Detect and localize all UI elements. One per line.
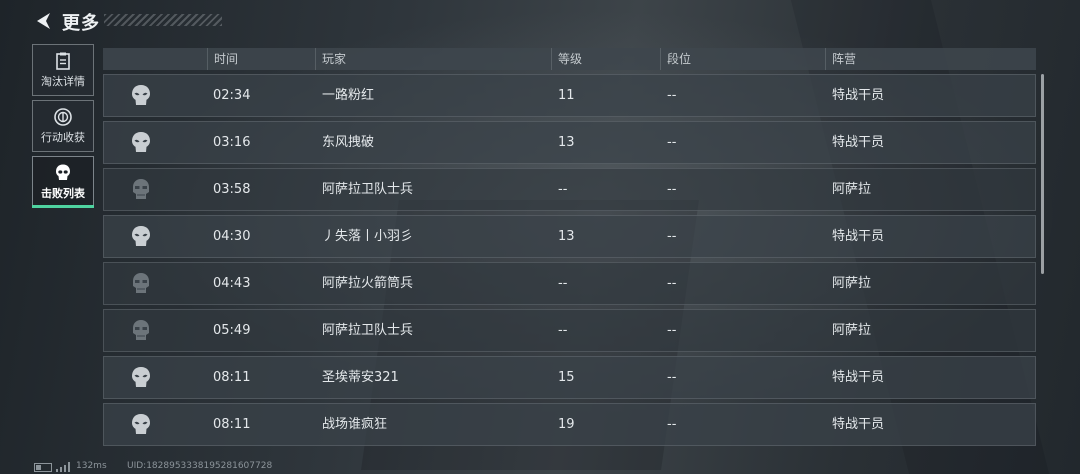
uid-text: UID:1828953338195281607728 <box>127 461 273 471</box>
rank-cell: -- <box>667 135 677 150</box>
coin-icon <box>54 108 72 126</box>
faction-cell: 阿萨拉 <box>832 276 872 291</box>
soldier-skull-icon <box>133 179 149 199</box>
scrollbar[interactable] <box>1041 74 1044 274</box>
player-cell: 阿萨拉火箭筒兵 <box>322 276 414 291</box>
page-title: 更多 <box>62 13 100 34</box>
soldier-skull-icon <box>133 320 149 340</box>
level-cell: 19 <box>558 417 575 432</box>
operator-skull-icon <box>132 414 150 434</box>
side-tabs: 淘汰详情 行动收获 击败列表 <box>32 44 94 212</box>
rank-cell: -- <box>667 417 677 432</box>
table-row[interactable]: 04:43 阿萨拉火箭筒兵 -- -- 阿萨拉 <box>103 262 1036 305</box>
column-header-player: 玩家 <box>315 48 346 70</box>
rank-cell: -- <box>667 323 677 338</box>
rank-cell: -- <box>667 182 677 197</box>
faction-cell: 特战干员 <box>832 88 885 103</box>
rank-cell: -- <box>667 229 677 244</box>
header: 更多 <box>0 0 400 42</box>
table-row[interactable]: 02:34 一路粉红 11 -- 特战干员 <box>103 74 1036 117</box>
player-cell: 阿萨拉卫队士兵 <box>322 323 414 338</box>
faction-cell: 特战干员 <box>832 417 885 432</box>
tab-label: 淘汰详情 <box>41 75 85 88</box>
tab-label: 行动收获 <box>41 131 85 144</box>
time-cell: 08:11 <box>213 417 251 432</box>
level-cell: 13 <box>558 229 575 244</box>
operator-skull-icon <box>132 367 150 387</box>
operator-skull-icon <box>132 85 150 105</box>
player-cell: 圣埃蒂安321 <box>322 370 399 385</box>
soldier-skull-icon <box>133 273 149 293</box>
level-cell: -- <box>558 276 568 291</box>
faction-cell: 特战干员 <box>832 229 885 244</box>
tab-label: 击败列表 <box>41 187 85 200</box>
level-cell: -- <box>558 323 568 338</box>
column-header-icon <box>103 48 206 70</box>
table-row[interactable]: 08:11 圣埃蒂安321 15 -- 特战干员 <box>103 356 1036 399</box>
player-cell: 阿萨拉卫队士兵 <box>322 182 414 197</box>
table-row[interactable]: 08:11 战场谁疯狂 19 -- 特战干员 <box>103 403 1036 446</box>
level-cell: 13 <box>558 135 575 150</box>
player-cell: 战场谁疯狂 <box>322 417 388 432</box>
title-decoration <box>104 14 222 26</box>
battery-icon <box>34 463 52 472</box>
rank-cell: -- <box>667 88 677 103</box>
ping-readout: 132ms <box>76 461 107 471</box>
table-row[interactable]: 03:58 阿萨拉卫队士兵 -- -- 阿萨拉 <box>103 168 1036 211</box>
operator-skull-icon <box>132 226 150 246</box>
operator-skull-icon <box>132 132 150 152</box>
player-cell: 丿失落丨小羽彡 <box>322 229 414 244</box>
player-cell: 东风拽破 <box>322 135 375 150</box>
table-row[interactable]: 05:49 阿萨拉卫队士兵 -- -- 阿萨拉 <box>103 309 1036 352</box>
tab-elimination-details[interactable]: 淘汰详情 <box>32 44 94 96</box>
column-header-rank: 段位 <box>660 48 691 70</box>
tab-defeat-list[interactable]: 击败列表 <box>32 156 94 208</box>
clipboard-icon <box>56 52 70 70</box>
rank-cell: -- <box>667 276 677 291</box>
faction-cell: 特战干员 <box>832 135 885 150</box>
level-cell: 15 <box>558 370 575 385</box>
time-cell: 03:58 <box>213 182 251 197</box>
time-cell: 04:30 <box>213 229 251 244</box>
faction-cell: 阿萨拉 <box>832 323 872 338</box>
faction-cell: 特战干员 <box>832 370 885 385</box>
back-arrow-icon[interactable] <box>34 11 54 31</box>
column-header-level: 等级 <box>551 48 582 70</box>
faction-cell: 阿萨拉 <box>832 182 872 197</box>
table-header: 时间 玩家 等级 段位 阵营 <box>103 48 1036 70</box>
player-cell: 一路粉红 <box>322 88 375 103</box>
time-cell: 08:11 <box>213 370 251 385</box>
level-cell: 11 <box>558 88 575 103</box>
time-cell: 04:43 <box>213 276 251 291</box>
time-cell: 05:49 <box>213 323 251 338</box>
rank-cell: -- <box>667 370 677 385</box>
time-cell: 03:16 <box>213 135 251 150</box>
column-header-faction: 阵营 <box>825 48 856 70</box>
column-header-time: 时间 <box>207 48 238 70</box>
table-row[interactable]: 03:16 东风拽破 13 -- 特战干员 <box>103 121 1036 164</box>
defeat-list: 02:34 一路粉红 11 -- 特战干员 03:16 东风拽破 13 -- 特… <box>103 74 1036 450</box>
table-row[interactable]: 04:30 丿失落丨小羽彡 13 -- 特战干员 <box>103 215 1036 258</box>
level-cell: -- <box>558 182 568 197</box>
skull-icon <box>56 164 70 180</box>
time-cell: 02:34 <box>213 88 251 103</box>
signal-icon <box>56 462 70 472</box>
tab-action-gains[interactable]: 行动收获 <box>32 100 94 152</box>
